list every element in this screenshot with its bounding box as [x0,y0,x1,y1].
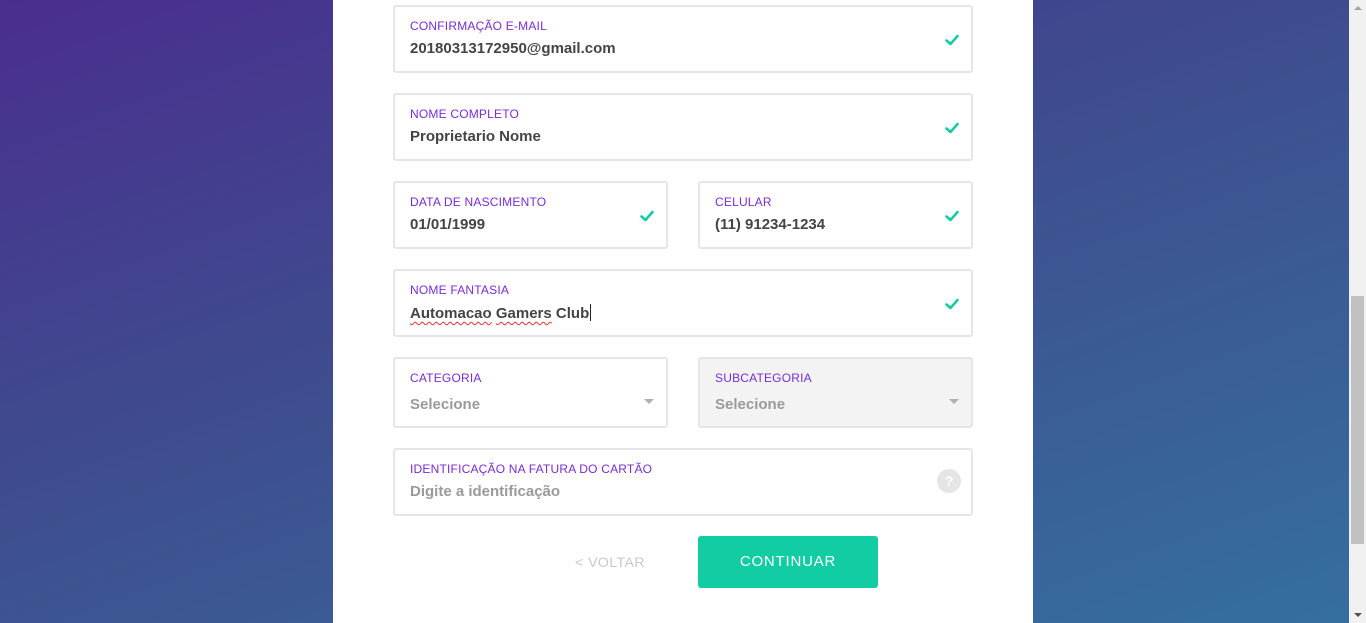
back-link[interactable]: < VOLTAR [575,554,645,570]
check-icon [640,210,654,222]
full-name-value: Proprietario Nome [410,128,541,145]
chevron-down-icon [644,399,654,404]
scroll-up-icon[interactable] [1354,6,1362,10]
mobile-field[interactable]: CELULAR (11) 91234-1234 [698,181,973,249]
email-confirm-field[interactable]: CONFIRMAÇÃO E-MAIL 20180313172950@gmail.… [393,5,973,73]
trade-name-field[interactable]: NOME FANTASIA Automacao Gamers Club [393,269,973,337]
trade-name-label: NOME FANTASIA [410,283,510,297]
mobile-label: CELULAR [715,195,772,209]
full-name-label: NOME COMPLETO [410,107,520,121]
check-icon [945,34,959,46]
card-id-field[interactable]: IDENTIFICAÇÃO NA FATURA DO CARTÃO Digite… [393,448,973,516]
subcategory-select[interactable]: SUBCATEGORIA Selecione [698,357,973,428]
email-confirm-label: CONFIRMAÇÃO E-MAIL [410,19,547,33]
continue-button[interactable]: CONTINUAR [698,536,878,588]
category-label: CATEGORIA [410,371,482,385]
check-icon [945,122,959,134]
check-icon [945,298,959,310]
page-scrollbar[interactable] [1349,0,1366,623]
scroll-down-icon[interactable] [1354,613,1362,617]
question-icon[interactable]: ? [937,469,961,493]
email-confirm-value: 20180313172950@gmail.com [410,40,616,57]
trade-name-word: Gamers [495,305,552,322]
birth-date-value: 01/01/1999 [410,216,486,233]
mobile-value: (11) 91234-1234 [715,216,826,233]
category-value: Selecione [410,396,481,413]
card-id-label: IDENTIFICAÇÃO NA FATURA DO CARTÃO [410,462,653,476]
chevron-down-icon [949,399,959,404]
trade-name-word: Automacao [410,305,492,322]
check-icon [945,210,959,222]
category-select[interactable]: CATEGORIA Selecione [393,357,668,428]
trade-name-word: Club [555,305,590,322]
text-caret [590,304,592,321]
card-id-input[interactable]: Digite a identificação [410,483,560,500]
birth-date-label: DATA DE NASCIMENTO [410,195,547,209]
full-name-field[interactable]: NOME COMPLETO Proprietario Nome [393,93,973,161]
trade-name-value: Automacao Gamers Club [410,304,592,322]
scrollbar-thumb[interactable] [1351,296,1364,544]
birth-date-field[interactable]: DATA DE NASCIMENTO 01/01/1999 [393,181,668,249]
subcategory-value: Selecione [715,396,786,413]
subcategory-label: SUBCATEGORIA [715,371,812,385]
